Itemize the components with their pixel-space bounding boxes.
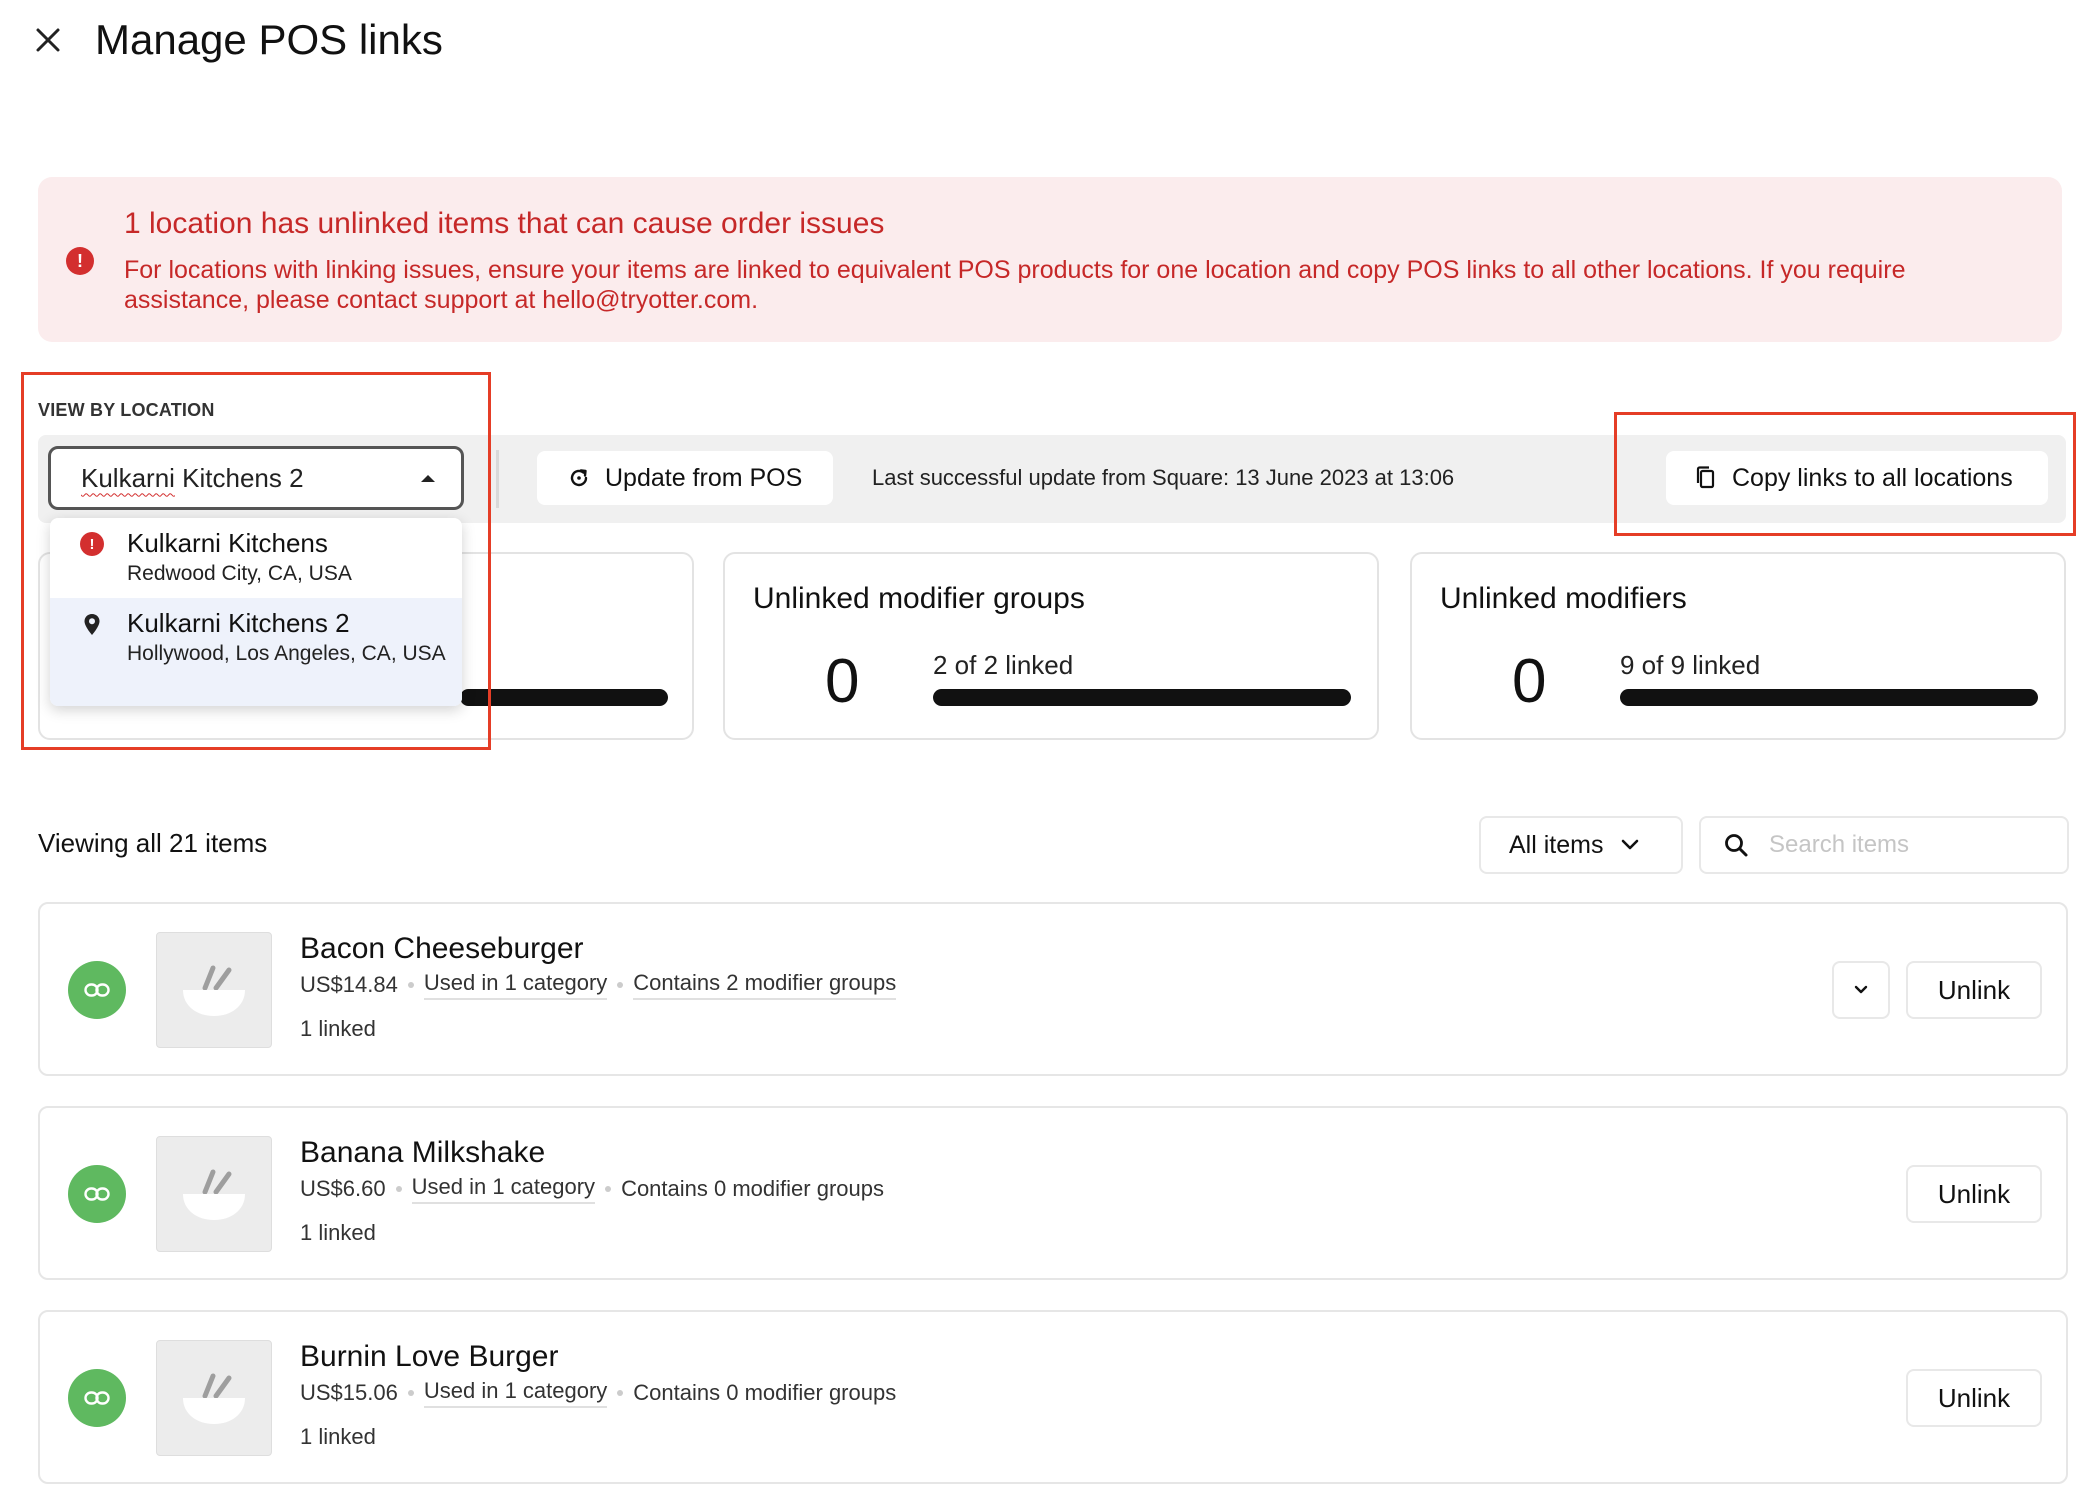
- page-title: Manage POS links: [95, 16, 443, 63]
- update-from-pos-button[interactable]: Update from POS: [537, 451, 833, 505]
- item-price: US$6.60: [300, 1176, 386, 1201]
- item-name: Burnin Love Burger: [300, 1340, 559, 1373]
- stat-count: 0: [1512, 647, 1547, 716]
- chevron-down-icon: [1622, 839, 1639, 850]
- separator-dot: [395, 1186, 402, 1192]
- search-input[interactable]: [1769, 831, 2049, 859]
- unlink-button[interactable]: Unlink: [1906, 1369, 2042, 1427]
- stat-card-unlinked-modifiers: Unlinked modifiers 0 9 of 9 linked: [1410, 552, 2066, 740]
- item-image-placeholder: [156, 1136, 272, 1252]
- item-price: US$15.06: [300, 1380, 398, 1405]
- progress-bar: [1620, 689, 2038, 706]
- stat-card-unlinked-modifier-groups: Unlinked modifier groups 0 2 of 2 linked: [723, 552, 1379, 740]
- linked-icon: [68, 961, 126, 1019]
- stat-title: Unlinked modifier groups: [753, 582, 1085, 615]
- separator-dot: [407, 1390, 414, 1396]
- progress-bar: [933, 689, 1351, 706]
- item-row: Bacon Cheeseburger US$14.84 Used in 1 ca…: [38, 902, 2068, 1076]
- item-row: Burnin Love Burger US$15.06 Used in 1 ca…: [38, 1310, 2068, 1484]
- item-row: Banana Milkshake US$6.60 Used in 1 categ…: [38, 1106, 2068, 1280]
- search-icon: [1725, 834, 1748, 857]
- stat-count: 0: [825, 647, 860, 716]
- unlinked-items-alert: ! 1 location has unlinked items that can…: [38, 177, 2062, 342]
- item-price: US$14.84: [300, 972, 398, 997]
- unlink-button[interactable]: Unlink: [1906, 961, 2042, 1019]
- item-modifiers-text: Contains 0 modifier groups: [621, 1176, 884, 1201]
- close-icon: [36, 28, 60, 52]
- last-update-text: Last successful update from Square: 13 J…: [872, 465, 1455, 490]
- separator-dot: [617, 982, 624, 988]
- bowl-icon: [183, 965, 245, 1016]
- item-meta: US$6.60 Used in 1 category Contains 0 mo…: [300, 1174, 884, 1204]
- bowl-icon: [183, 1373, 245, 1424]
- stat-title: Unlinked modifiers: [1440, 582, 1687, 615]
- items-filter-label: All items: [1509, 830, 1604, 859]
- item-linked-count: 1 linked: [300, 1424, 376, 1449]
- separator-dot: [617, 1390, 624, 1396]
- alert-error-icon: !: [66, 247, 94, 275]
- item-name: Bacon Cheeseburger: [300, 932, 584, 965]
- item-meta: US$15.06 Used in 1 category Contains 0 m…: [300, 1378, 896, 1408]
- item-category-link[interactable]: Used in 1 category: [423, 1378, 608, 1408]
- close-button[interactable]: [30, 22, 66, 58]
- item-category-link[interactable]: Used in 1 category: [423, 970, 608, 1000]
- item-category-link[interactable]: Used in 1 category: [411, 1174, 596, 1204]
- expand-button[interactable]: [1832, 961, 1890, 1019]
- bowl-icon: [183, 1169, 245, 1220]
- refresh-icon: [570, 469, 588, 487]
- item-image-placeholder: [156, 932, 272, 1048]
- item-linked-count: 1 linked: [300, 1016, 376, 1041]
- item-modifiers-text: Contains 0 modifier groups: [633, 1380, 897, 1405]
- chevron-down-icon: [1854, 985, 1868, 994]
- item-linked-count: 1 linked: [300, 1220, 376, 1245]
- items-filter-dropdown[interactable]: All items: [1479, 816, 1683, 874]
- linked-icon: [68, 1165, 126, 1223]
- item-image-placeholder: [156, 1340, 272, 1456]
- item-meta: US$14.84 Used in 1 category Contains 2 m…: [300, 970, 897, 1000]
- item-modifiers-link[interactable]: Contains 2 modifier groups: [633, 970, 897, 1000]
- separator-dot: [605, 1186, 612, 1192]
- viewing-count: Viewing all 21 items: [38, 828, 268, 858]
- separator-dot: [407, 982, 414, 988]
- toolbar-divider: [496, 450, 499, 508]
- item-name: Banana Milkshake: [300, 1136, 546, 1169]
- highlight-box-location: [21, 372, 491, 750]
- highlight-box-copy-links: [1614, 412, 2076, 536]
- alert-body: For locations with linking issues, ensur…: [124, 256, 1906, 314]
- stat-linked-text: 9 of 9 linked: [1620, 650, 1761, 680]
- stat-linked-text: 2 of 2 linked: [933, 650, 1074, 680]
- linked-icon: [68, 1369, 126, 1427]
- alert-title: 1 location has unlinked items that can c…: [124, 207, 885, 240]
- progress-bar: [460, 689, 668, 706]
- search-box[interactable]: [1699, 816, 2069, 874]
- unlink-button[interactable]: Unlink: [1906, 1165, 2042, 1223]
- update-from-pos-label: Update from POS: [605, 463, 803, 492]
